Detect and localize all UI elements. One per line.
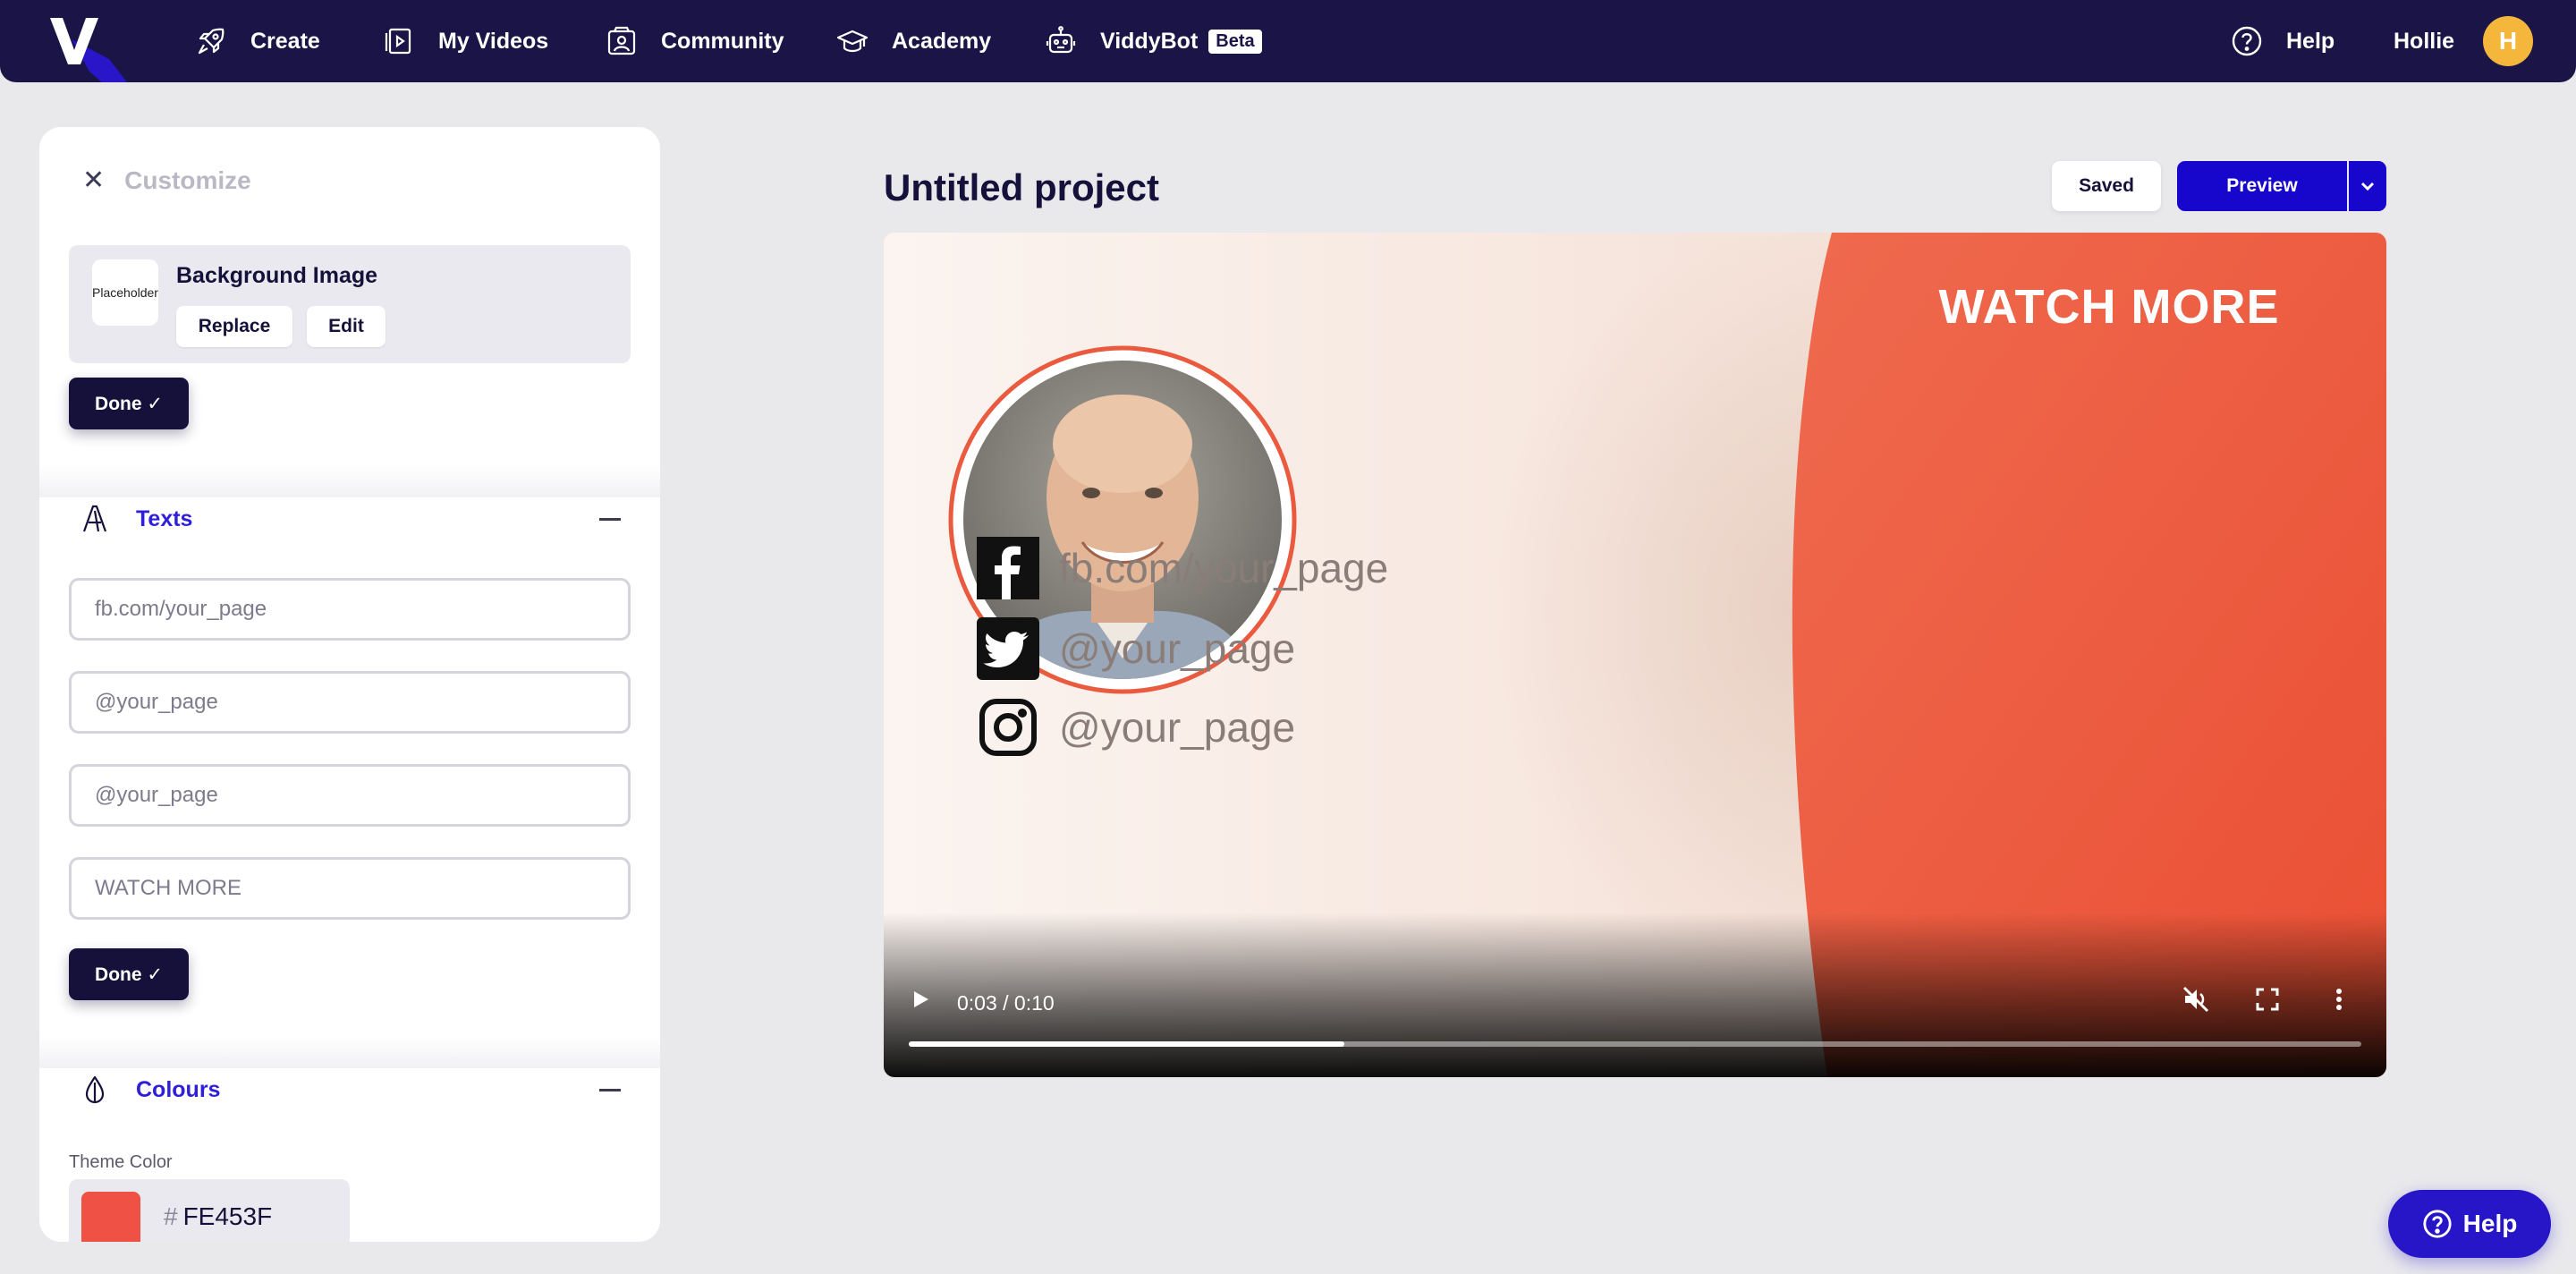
social-instagram: @your_page <box>977 696 1295 759</box>
saved-button[interactable]: Saved <box>2052 161 2161 211</box>
nav-my-videos[interactable]: My Videos <box>383 0 548 82</box>
instagram-text: @your_page <box>1059 704 1296 751</box>
background-image-label: Background Image <box>176 263 378 288</box>
user-menu[interactable]: Hollie <box>2394 0 2454 82</box>
collapse-minus-icon[interactable] <box>599 1088 621 1091</box>
nav-community[interactable]: Community <box>606 0 784 82</box>
instagram-icon <box>979 699 1037 756</box>
texts-section-header[interactable]: Texts <box>79 503 628 535</box>
help-chat-label: Help <box>2462 1210 2518 1237</box>
help-chat-button[interactable]: Help <box>2388 1190 2551 1258</box>
hex-value[interactable]: # FE453F <box>164 1202 272 1231</box>
nav-help-label: Help <box>2286 28 2335 54</box>
watch-more-headline: WATCH MORE <box>1938 280 2280 334</box>
customize-panel: ✕ Customize Placeholder Background Image… <box>39 127 660 1242</box>
done-button-background[interactable]: Done ✓ <box>69 378 189 429</box>
nav-academy-label: Academy <box>892 28 992 54</box>
question-circle-icon <box>2232 26 2262 56</box>
top-navigation-bar: Create My Videos Community Academy Viddy… <box>0 0 2576 82</box>
project-title[interactable]: Untitled project <box>884 166 1159 209</box>
text-field-instagram[interactable]: @your_page <box>69 764 631 827</box>
video-progress-fill <box>909 1041 1345 1047</box>
nav-create-label: Create <box>250 28 320 54</box>
nav-my-videos-label: My Videos <box>438 28 549 54</box>
mute-icon[interactable] <box>2181 984 2211 1015</box>
color-swatch[interactable] <box>81 1192 140 1242</box>
facebook-text: fb.com/your_page <box>1059 545 1389 591</box>
panel-header: ✕ Customize <box>82 166 251 195</box>
preview-dropdown-button[interactable] <box>2349 161 2386 211</box>
robot-icon <box>1046 26 1076 54</box>
collapse-minus-icon[interactable] <box>599 517 621 521</box>
video-player[interactable]: WATCH MORE fb.com/your_page @your_page @… <box>884 233 2386 1077</box>
colours-section-header[interactable]: Colours <box>79 1074 628 1106</box>
droplet-icon <box>85 1075 105 1104</box>
avatar[interactable]: H <box>2483 16 2533 66</box>
colours-section-title: Colours <box>136 1076 221 1102</box>
texts-section-title: Texts <box>136 505 193 531</box>
nav-viddybot-label: ViddyBot <box>1100 28 1199 54</box>
social-facebook: fb.com/your_page <box>977 537 1388 599</box>
graduation-cap-icon <box>836 30 869 53</box>
nav-community-label: Community <box>661 28 784 54</box>
replace-button[interactable]: Replace <box>176 306 292 347</box>
twitter-icon <box>977 617 1039 680</box>
edit-button[interactable]: Edit <box>307 306 386 347</box>
beta-badge: Beta <box>1208 29 1262 54</box>
play-icon[interactable] <box>909 988 932 1011</box>
facebook-icon <box>977 537 1039 599</box>
twitter-text: @your_page <box>1059 625 1296 672</box>
nav-help[interactable]: Help <box>2231 0 2334 82</box>
panel-title: Customize <box>124 166 251 194</box>
video-library-icon <box>385 28 411 55</box>
theme-color-label: Theme Color <box>69 1152 173 1172</box>
viddyoze-logo[interactable] <box>47 13 127 82</box>
preview-button[interactable]: Preview <box>2177 161 2347 211</box>
video-time: 0:03 / 0:10 <box>957 991 1055 1015</box>
video-controls <box>884 913 2386 1077</box>
done-button-texts[interactable]: Done ✓ <box>69 948 189 1000</box>
section-divider <box>39 1036 660 1068</box>
text-field-twitter[interactable]: @your_page <box>69 671 631 734</box>
text-font-icon <box>82 505 107 532</box>
nav-create[interactable]: Create <box>195 0 320 82</box>
theme-color-input[interactable]: # FE453F <box>69 1179 350 1242</box>
more-options-icon[interactable] <box>2324 984 2354 1015</box>
close-icon[interactable]: ✕ <box>82 167 105 194</box>
fullscreen-icon[interactable] <box>2252 984 2283 1015</box>
community-icon <box>607 26 636 55</box>
text-field-facebook[interactable]: fb.com/your_page <box>69 578 631 641</box>
user-name: Hollie <box>2394 28 2455 54</box>
question-circle-icon <box>2423 1210 2452 1238</box>
chevron-down-icon <box>2360 182 2375 191</box>
social-twitter: @your_page <box>977 617 1295 680</box>
hash-symbol: # <box>164 1202 178 1230</box>
background-thumbnail[interactable]: Placeholder <box>92 259 158 326</box>
video-progress-bar[interactable] <box>909 1041 2361 1047</box>
background-image-card: Placeholder Background Image Replace Edi… <box>69 245 631 363</box>
nav-viddybot[interactable]: ViddyBot Beta <box>1045 0 1262 82</box>
section-divider <box>39 465 660 497</box>
hex-code: FE453F <box>182 1202 273 1230</box>
nav-academy[interactable]: Academy <box>836 0 991 82</box>
text-field-headline[interactable]: WATCH MORE <box>69 857 631 920</box>
rocket-icon <box>198 28 225 55</box>
